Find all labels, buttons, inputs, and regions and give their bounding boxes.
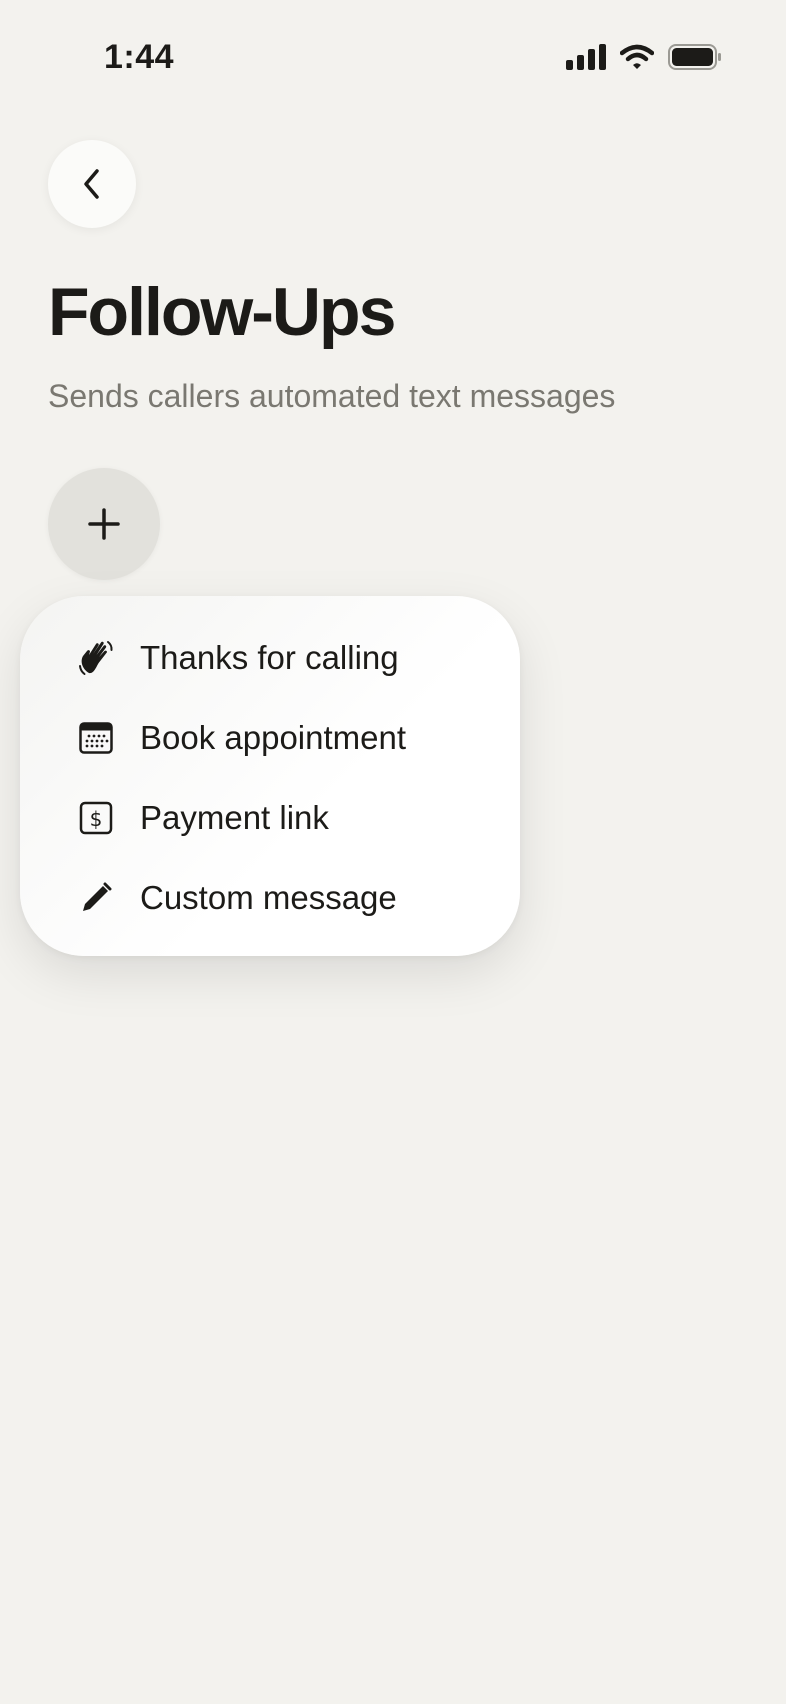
menu-item-payment-link[interactable]: $ Payment link	[20, 778, 520, 858]
pencil-icon	[76, 878, 116, 918]
menu-item-label: Custom message	[140, 879, 397, 916]
battery-icon	[668, 44, 721, 70]
wifi-icon	[620, 44, 654, 69]
back-button[interactable]	[48, 140, 136, 228]
menu-item-label: Thanks for calling	[140, 639, 399, 676]
signal-icon	[566, 44, 606, 70]
waving-hand-icon	[76, 638, 116, 678]
menu-item-custom-message[interactable]: Custom message	[20, 858, 520, 938]
svg-text:$: $	[90, 807, 103, 831]
status-time: 1:44	[104, 38, 175, 76]
plus-icon	[88, 508, 120, 540]
add-follow-up-menu: Thanks for calling Book appointment $ Pa…	[20, 596, 520, 956]
menu-item-label: Payment link	[140, 799, 329, 836]
page-title: Follow-Ups	[48, 274, 396, 350]
menu-item-book-appointment[interactable]: Book appointment	[20, 698, 520, 778]
dollar-icon: $	[76, 798, 116, 838]
menu-item-label: Book appointment	[140, 719, 407, 756]
calendar-icon	[76, 718, 116, 758]
status-icons	[566, 44, 722, 70]
chevron-left-icon	[84, 169, 99, 199]
menu-item-thanks-for-calling[interactable]: Thanks for calling	[20, 618, 520, 698]
status-bar: 1:44	[0, 0, 786, 110]
add-follow-up-button[interactable]	[48, 468, 160, 580]
page-subtitle: Sends callers automated text messages	[48, 378, 616, 414]
